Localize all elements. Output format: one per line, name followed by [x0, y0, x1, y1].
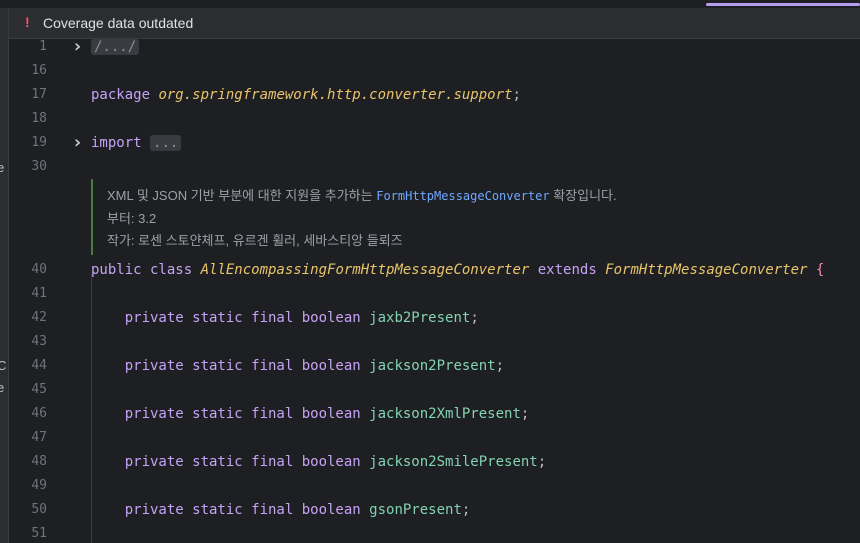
- left-edge-char: C: [0, 358, 7, 373]
- code-token: AllEncompassingFormHttpMessageConverter: [200, 262, 530, 278]
- code-line[interactable]: private static final boolean gsonPresent…: [91, 501, 471, 519]
- line-number: 1: [39, 39, 47, 54]
- code-token: public class: [91, 262, 201, 278]
- code-token: jackson2XmlPresent: [369, 406, 521, 422]
- code-token: extends: [529, 262, 606, 278]
- top-strip: [0, 0, 860, 8]
- line-number: 42: [31, 310, 47, 325]
- rendered-doc-comment: XML 및 JSON 기반 부분에 대한 지원을 추가하는 FormHttpMe…: [91, 179, 793, 255]
- code-token: private static final boolean: [91, 502, 370, 518]
- code-token: private static final boolean: [91, 358, 370, 374]
- doc-authors: 작가: 로센 스토얀체프, 유르겐 휠러, 세바스티앙 들뢰즈: [107, 233, 403, 248]
- code-token: jackson2Present: [369, 358, 496, 374]
- line-number: 46: [31, 406, 47, 421]
- line-number: 41: [31, 286, 47, 301]
- code-line[interactable]: public class AllEncompassingFormHttpMess…: [91, 261, 824, 279]
- fold-chevron-icon[interactable]: ›: [72, 134, 83, 152]
- line-number: 19: [31, 135, 47, 150]
- code-line[interactable]: private static final boolean jaxb2Presen…: [91, 309, 479, 327]
- line-number: 49: [31, 478, 47, 493]
- code-token: ;: [461, 502, 471, 518]
- code-token: FormHttpMessageConverter: [605, 262, 808, 278]
- code-token: private static final boolean: [91, 310, 370, 326]
- left-panel-edge[interactable]: e C e: [0, 8, 9, 543]
- line-number: 30: [31, 159, 47, 174]
- code-token: ;: [470, 310, 479, 326]
- code-token: ;: [512, 87, 521, 103]
- left-edge-char: e: [0, 380, 5, 395]
- code-line[interactable]: /.../: [91, 38, 140, 56]
- doc-description: XML 및 JSON 기반 부분에 대한 지원을 추가하는 FormHttpMe…: [107, 185, 617, 204]
- code-token: org.springframework.http.converter.suppo…: [158, 87, 513, 103]
- line-number: 43: [31, 334, 47, 349]
- doc-since: 부터: 3.2: [107, 211, 157, 226]
- doc-text: XML 및 JSON 기반 부분에 대한 지원을 추가하는: [107, 188, 377, 203]
- coverage-banner: ! Coverage data outdated: [9, 8, 860, 39]
- folded-region[interactable]: /.../: [91, 39, 140, 55]
- banner-text: Coverage data outdated: [43, 15, 194, 31]
- line-number: 48: [31, 454, 47, 469]
- code-token: ;: [520, 406, 530, 422]
- fold-chevron-icon[interactable]: ›: [72, 38, 83, 56]
- code-line[interactable]: private static final boolean jackson2Pre…: [91, 357, 504, 375]
- code-editor[interactable]: XML 및 JSON 기반 부분에 대한 지원을 추가하는 FormHttpMe…: [9, 38, 860, 543]
- line-number: 40: [31, 262, 47, 277]
- line-number: 16: [31, 63, 47, 78]
- line-number: 51: [31, 526, 47, 541]
- code-line[interactable]: private static final boolean jackson2Xml…: [91, 405, 530, 423]
- line-number: 45: [31, 382, 47, 397]
- doc-class-link[interactable]: FormHttpMessageConverter: [376, 189, 549, 203]
- line-number: 50: [31, 502, 47, 517]
- code-token: ;: [495, 358, 505, 374]
- line-number: 18: [31, 111, 47, 126]
- line-number: 17: [31, 87, 47, 102]
- code-token: jackson2SmilePresent: [369, 454, 538, 470]
- code-token: gsonPresent: [369, 502, 462, 518]
- code-token: ;: [537, 454, 547, 470]
- exclamation-icon: !: [25, 14, 30, 30]
- line-number: 44: [31, 358, 47, 373]
- code-line[interactable]: private static final boolean jackson2Smi…: [91, 453, 546, 471]
- code-token: private static final boolean: [91, 454, 370, 470]
- progress-indicator: [706, 3, 860, 6]
- code-token: private static final boolean: [91, 406, 370, 422]
- line-number: 47: [31, 430, 47, 445]
- left-edge-char: e: [0, 160, 5, 175]
- code-token: jaxb2Present: [369, 310, 471, 326]
- doc-text: 확장입니다.: [549, 188, 617, 203]
- code-token: {: [807, 262, 825, 278]
- ide-window: e C e ! Coverage data outdated XML 및 JSO…: [0, 0, 860, 543]
- folded-region[interactable]: ...: [150, 135, 182, 151]
- code-line[interactable]: package org.springframework.http.convert…: [91, 86, 521, 104]
- code-line[interactable]: import ...: [91, 134, 182, 152]
- code-token: import: [91, 135, 151, 151]
- code-token: package: [91, 87, 159, 103]
